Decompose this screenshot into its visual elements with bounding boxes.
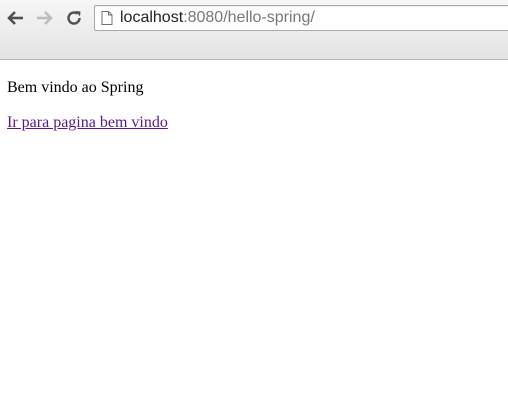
forward-button[interactable]: [32, 6, 56, 30]
back-button[interactable]: [4, 6, 28, 30]
address-bar-url[interactable]: localhost:8080/hello-spring/: [120, 9, 315, 27]
arrow-left-icon: [7, 10, 25, 26]
url-path: :8080/hello-spring/: [183, 9, 315, 26]
address-bar[interactable]: localhost:8080/hello-spring/: [94, 5, 508, 31]
arrow-right-icon: [35, 10, 53, 26]
browser-window: localhost:8080/hello-spring/ Bem vindo a…: [0, 0, 508, 410]
page-icon: [101, 11, 113, 25]
reload-icon: [65, 9, 83, 27]
browser-toolbar: localhost:8080/hello-spring/: [0, 0, 508, 60]
welcome-page-link[interactable]: Ir para pagina bem vindo: [7, 114, 168, 131]
reload-button[interactable]: [62, 6, 86, 30]
page-content: Bem vindo ao Spring Ir para pagina bem v…: [7, 78, 168, 148]
url-host: localhost: [120, 9, 184, 26]
welcome-link-paragraph: Ir para pagina bem vindo: [7, 113, 168, 132]
welcome-text: Bem vindo ao Spring: [7, 79, 144, 96]
